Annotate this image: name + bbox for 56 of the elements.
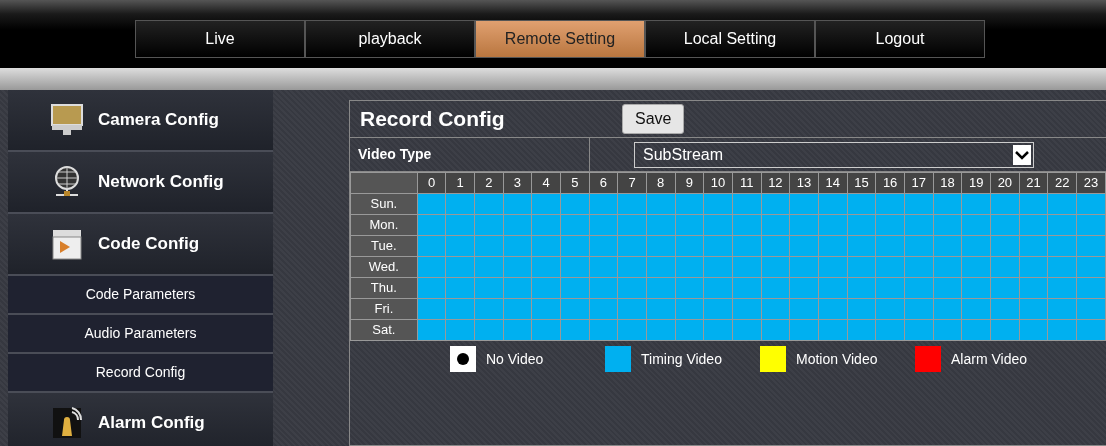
- sidebar-subitem[interactable]: Code Parameters: [8, 276, 273, 315]
- day-label: Fri.: [350, 298, 418, 320]
- hour-header: 0: [417, 172, 446, 194]
- legend-label: Motion Video: [796, 349, 878, 369]
- hour-header: 19: [961, 172, 991, 194]
- hour-header: 22: [1047, 172, 1077, 194]
- hour-header: 6: [589, 172, 618, 194]
- hour-header: 21: [1019, 172, 1048, 194]
- hour-header: 8: [646, 172, 675, 194]
- sidebar-item-label: Alarm Config: [98, 412, 205, 435]
- hour-header: 16: [875, 172, 905, 194]
- sidebar-item-label: Camera Config: [98, 109, 219, 132]
- legend-label: Timing Video: [641, 349, 722, 369]
- panel-title: Record Config: [359, 106, 506, 133]
- hour-header: 3: [503, 172, 532, 194]
- legend-label: Alarm Video: [951, 349, 1027, 369]
- sidebar-item-label: Code Config: [98, 233, 200, 256]
- hour-header: 13: [789, 172, 819, 194]
- nav-tab[interactable]: Remote Setting: [475, 20, 645, 58]
- chevron-down-icon: [1013, 144, 1031, 165]
- legend-label: No Video: [486, 349, 544, 369]
- hour-header: 1: [445, 172, 475, 194]
- monitor-icon: [50, 103, 84, 137]
- hour-header: 12: [761, 172, 790, 194]
- hour-header: 2: [474, 172, 504, 194]
- video-type-dropdown[interactable]: SubStream: [634, 141, 1034, 168]
- day-label: Wed.: [350, 256, 418, 278]
- hour-header: 15: [847, 172, 876, 194]
- day-label: Mon.: [350, 214, 418, 236]
- nav-tab[interactable]: playback: [305, 20, 475, 58]
- speaker-icon: [50, 406, 84, 440]
- video-type-label: Video Type: [350, 138, 590, 171]
- nav-tab[interactable]: Logout: [815, 20, 985, 58]
- hour-header: 17: [904, 172, 934, 194]
- hour-header: 20: [990, 172, 1020, 194]
- sidebar-item-label: Network Config: [98, 171, 224, 194]
- hour-header: 5: [560, 172, 590, 194]
- save-button[interactable]: Save: [622, 104, 685, 134]
- hour-header: 14: [818, 172, 848, 194]
- hour-header: 11: [732, 172, 761, 194]
- day-label: Sat.: [350, 319, 418, 341]
- hour-header: 10: [703, 172, 733, 194]
- sidebar-subitem[interactable]: Audio Parameters: [8, 315, 273, 354]
- nav-tab[interactable]: Local Setting: [645, 20, 815, 58]
- day-label: Tue.: [350, 235, 418, 257]
- day-label: Sun.: [350, 193, 418, 215]
- hour-header: 7: [617, 172, 647, 194]
- dropdown-value: SubStream: [643, 144, 724, 165]
- hour-header: 18: [933, 172, 962, 194]
- hour-header: 23: [1076, 172, 1106, 194]
- sidebar-subitem[interactable]: Record Config: [8, 354, 273, 393]
- hour-header: 9: [675, 172, 704, 194]
- clapperboard-icon: [50, 227, 84, 261]
- day-label: Thu.: [350, 277, 418, 299]
- nav-tab[interactable]: Live: [135, 20, 305, 58]
- hour-header: 4: [531, 172, 561, 194]
